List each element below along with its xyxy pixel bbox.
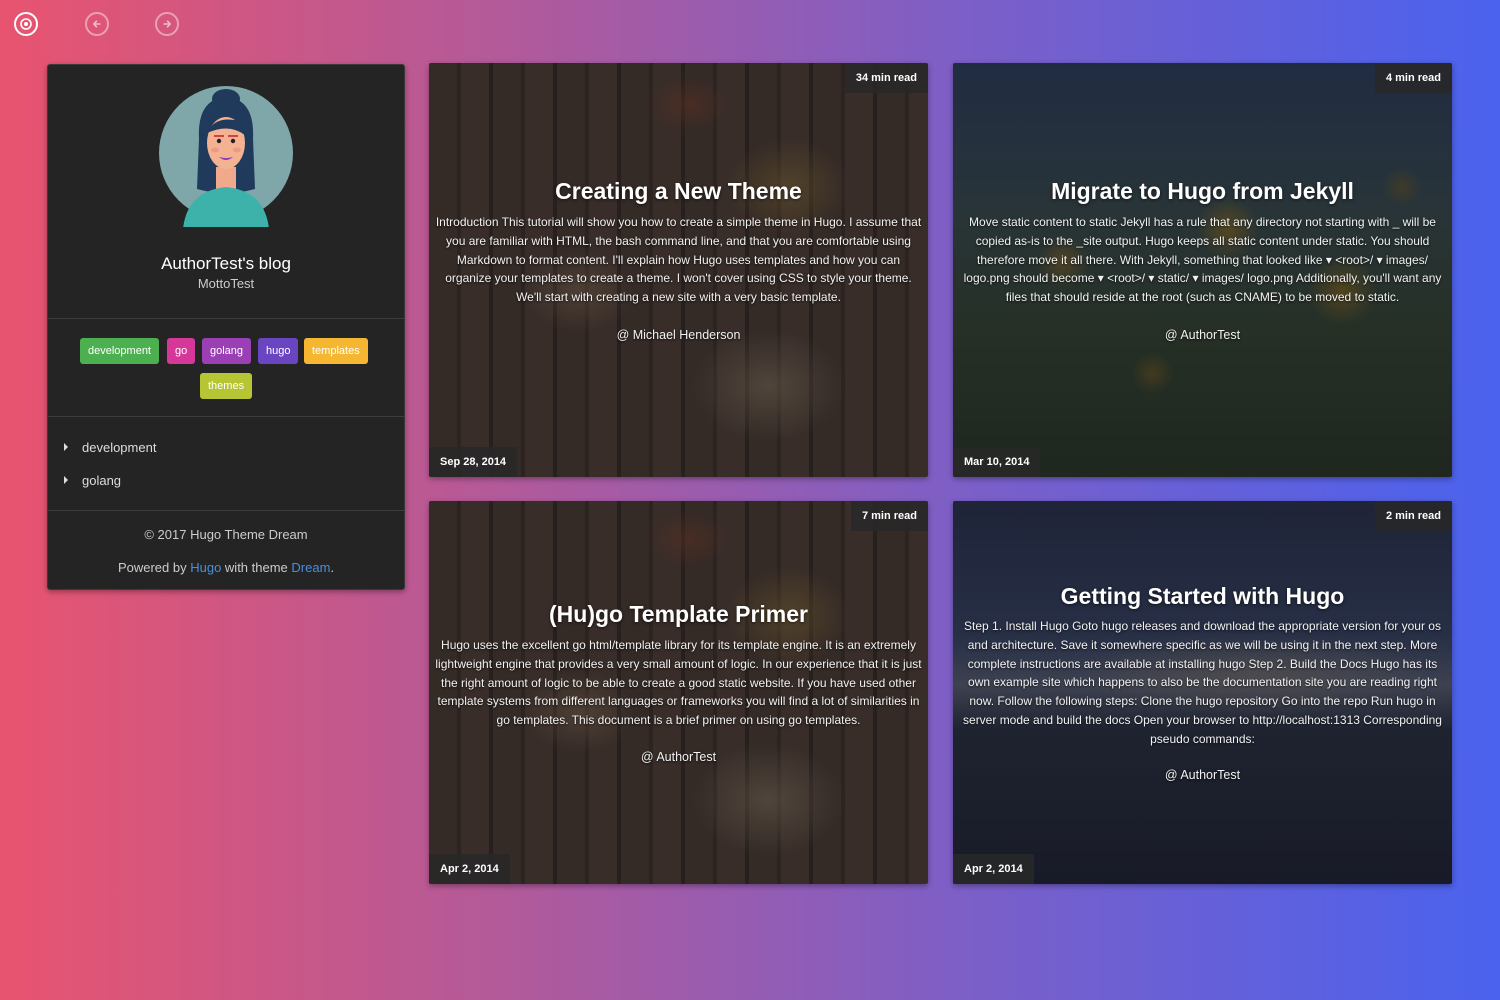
post-summary: Hugo uses the excellent go html/template…: [435, 638, 922, 728]
read-time-badge: 2 min read: [1374, 501, 1452, 531]
post-date-badge: Apr 2, 2014: [429, 854, 510, 884]
post-summary: Move static content to static Jekyll has…: [963, 215, 1442, 305]
tag-golang[interactable]: golang: [202, 338, 252, 364]
blog-motto: MottoTest: [197, 276, 255, 291]
post-author: @ AuthorTest: [1164, 328, 1241, 342]
read-time-badge: 7 min read: [850, 501, 928, 531]
divider: [48, 416, 404, 417]
post-summary: Step 1. Install Hugo Goto hugo releases …: [963, 619, 1442, 746]
avatar: [159, 86, 293, 227]
divider: [48, 318, 404, 319]
post-card[interactable]: 4 min read Migrate to Hugo from Jekyll M…: [953, 63, 1452, 477]
post-title[interactable]: Creating a New Theme: [429, 178, 928, 205]
post-title[interactable]: Getting Started with Hugo: [953, 583, 1452, 610]
post-date-badge: Mar 10, 2014: [953, 447, 1041, 477]
powered-prefix: Powered by: [117, 560, 187, 575]
powered-suffix: .: [330, 560, 335, 575]
post-author: @ AuthorTest: [1164, 768, 1241, 782]
post-card[interactable]: 34 min read Creating a New Theme Introdu…: [429, 63, 928, 477]
powered-middle: with theme: [224, 560, 288, 575]
category-label: development: [82, 440, 157, 455]
caret-right-icon: [64, 443, 68, 451]
divider: [48, 510, 404, 511]
post-date-badge: Sep 28, 2014: [429, 447, 518, 477]
dream-link[interactable]: Dream: [291, 560, 330, 575]
hugo-link[interactable]: Hugo: [190, 560, 221, 575]
post-author: @ AuthorTest: [640, 750, 717, 764]
category-golang[interactable]: golang: [64, 473, 121, 488]
tag-development[interactable]: development: [80, 338, 159, 364]
tag-themes[interactable]: themes: [200, 373, 253, 399]
blog-title[interactable]: AuthorTest's blog: [48, 254, 404, 274]
post-card[interactable]: 2 min read Getting Started with Hugo Ste…: [953, 501, 1452, 884]
powered-by: Powered by Hugo with theme Dream.: [48, 560, 404, 575]
post-author: @ Michael Henderson: [616, 328, 741, 342]
tag-templates[interactable]: templates: [304, 338, 368, 364]
post-card[interactable]: 7 min read (Hu)go Template Primer Hugo u…: [429, 501, 928, 884]
caret-right-icon: [64, 476, 68, 484]
tag-hugo[interactable]: hugo: [258, 338, 299, 364]
post-title[interactable]: (Hu)go Template Primer: [429, 601, 928, 628]
copyright: © 2017 Hugo Theme Dream: [144, 527, 308, 542]
post-date-badge: Apr 2, 2014: [953, 854, 1034, 884]
post-summary: Introduction This tutorial will show you…: [435, 215, 922, 305]
post-title[interactable]: Migrate to Hugo from Jekyll: [953, 178, 1452, 205]
category-label: golang: [82, 473, 122, 488]
tag-go[interactable]: go: [167, 338, 196, 364]
target-icon[interactable]: [14, 12, 38, 36]
read-time-badge: 34 min read: [844, 63, 928, 93]
sidebar: AuthorTest's blog MottoTest development …: [47, 64, 405, 590]
read-time-badge: 4 min read: [1374, 63, 1452, 93]
arrow-right-circle-icon[interactable]: [155, 12, 179, 36]
arrow-left-circle-icon[interactable]: [85, 12, 109, 36]
category-development[interactable]: development: [64, 440, 156, 455]
